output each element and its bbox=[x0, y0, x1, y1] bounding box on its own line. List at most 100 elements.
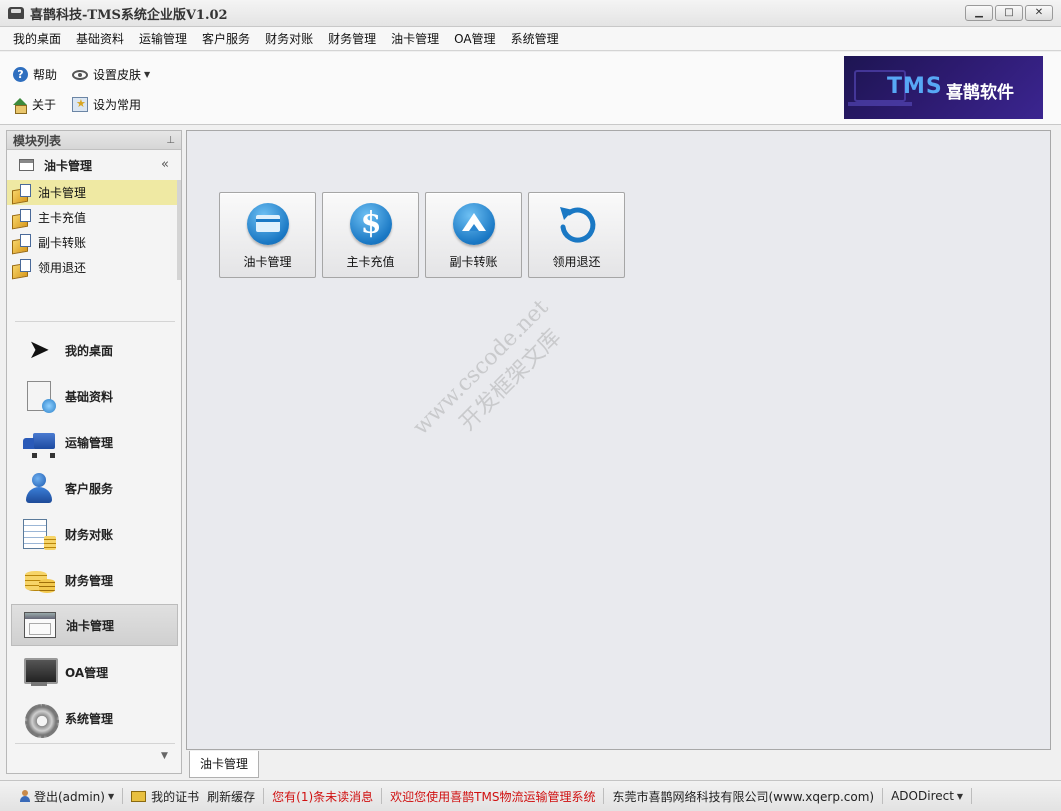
tree-scrollbar[interactable] bbox=[177, 180, 181, 280]
divider bbox=[15, 743, 175, 744]
nav-fuel-card[interactable]: 油卡管理 bbox=[11, 604, 178, 646]
menu-item-oa[interactable]: OA管理 bbox=[448, 30, 501, 47]
chevron-down-icon: ▼ bbox=[144, 70, 151, 79]
set-favorite-button[interactable]: 设为常用 bbox=[72, 96, 141, 113]
credit-card-icon bbox=[247, 203, 289, 245]
group-header[interactable]: 油卡管理 « bbox=[7, 150, 181, 180]
skin-dropdown[interactable]: 设置皮肤 ▼ bbox=[72, 66, 150, 83]
menu-item-customer-service[interactable]: 客户服务 bbox=[196, 30, 256, 47]
title-bar: 喜鹊科技-TMS系统企业版V1.02 ▁ □ ✕ bbox=[0, 0, 1061, 27]
unread-message-link[interactable]: 您有(1)条未读消息 bbox=[264, 787, 381, 805]
favorite-label: 设为常用 bbox=[93, 98, 142, 112]
help-button[interactable]: ? 帮助 bbox=[13, 66, 57, 83]
logout-button[interactable]: 登出(admin) ▼ bbox=[0, 787, 122, 805]
nav-system[interactable]: 系统管理 bbox=[11, 697, 178, 739]
monitor-icon bbox=[23, 657, 58, 687]
nav-customer-service[interactable]: 客户服务 bbox=[11, 467, 178, 509]
undo-icon bbox=[560, 207, 596, 243]
pin-icon[interactable]: ⊥ bbox=[166, 135, 175, 146]
package-icon bbox=[11, 183, 31, 202]
tile-label: 领用退还 bbox=[552, 255, 601, 269]
package-icon bbox=[11, 233, 31, 252]
minimize-button[interactable]: ▁ bbox=[965, 5, 993, 21]
refresh-cache-button[interactable]: 刷新缓存 bbox=[207, 787, 263, 805]
nav-transport[interactable]: 运输管理 bbox=[11, 421, 178, 463]
tab-fuel-card[interactable]: 油卡管理 bbox=[189, 751, 260, 778]
divider bbox=[971, 788, 973, 804]
collapse-icon[interactable]: « bbox=[161, 157, 169, 172]
nav-label: 运输管理 bbox=[65, 435, 114, 450]
nav-label: 我的桌面 bbox=[65, 343, 114, 358]
tree-item-label: 领用退还 bbox=[38, 261, 87, 275]
close-button[interactable]: ✕ bbox=[1025, 5, 1053, 21]
about-button[interactable]: 关于 bbox=[13, 96, 57, 114]
company-text: 东莞市喜鹊网络科技有限公司(www.xqerp.com) bbox=[604, 787, 882, 805]
truck-icon bbox=[23, 427, 55, 457]
welcome-text: 欢迎您使用喜鹊TMS物流运输管理系统 bbox=[382, 787, 603, 805]
logout-label: 登出(admin) bbox=[34, 789, 105, 804]
about-label: 关于 bbox=[32, 98, 57, 112]
gear-icon bbox=[23, 703, 59, 738]
tile-receive-return[interactable]: 领用退还 bbox=[528, 192, 625, 278]
tree-item-main-card-recharge[interactable]: 主卡充值 bbox=[7, 205, 181, 230]
brand-tms-text: TMS bbox=[887, 74, 943, 99]
nav-label: 系统管理 bbox=[65, 711, 114, 726]
nav-desktop[interactable]: ➤ 我的桌面 bbox=[11, 329, 178, 371]
db-label: ADODirect bbox=[891, 789, 954, 803]
welcome-label: 欢迎您使用喜鹊TMS物流运输管理系统 bbox=[390, 789, 596, 804]
nav-basic-data[interactable]: 基础资料 bbox=[11, 375, 178, 417]
nav-label: OA管理 bbox=[65, 665, 109, 680]
module-tree: 油卡管理 主卡充值 副卡转账 领用退还 bbox=[7, 180, 181, 280]
tile-sub-card-transfer[interactable]: 副卡转账 bbox=[425, 192, 522, 278]
status-bar: 登出(admin) ▼ 我的证书 刷新缓存 您有(1)条未读消息 欢迎您使用喜鹊… bbox=[0, 780, 1061, 811]
tree-item-label: 副卡转账 bbox=[38, 236, 87, 250]
eye-icon bbox=[72, 69, 88, 80]
window-controls: ▁ □ ✕ bbox=[965, 5, 1053, 21]
nav-finance[interactable]: 财务管理 bbox=[11, 559, 178, 601]
nav-label: 财务管理 bbox=[65, 573, 114, 588]
nav-oa[interactable]: OA管理 bbox=[11, 651, 178, 693]
menu-item-finance[interactable]: 财务管理 bbox=[322, 30, 382, 47]
menu-item-transport[interactable]: 运输管理 bbox=[133, 30, 193, 47]
menu-item-basic-data[interactable]: 基础资料 bbox=[70, 30, 130, 47]
tree-item-sub-card-transfer[interactable]: 副卡转账 bbox=[7, 230, 181, 255]
db-mode-dropdown[interactable]: ADODirect ▼ bbox=[883, 787, 971, 805]
certificate-label: 我的证书 bbox=[151, 789, 200, 804]
spreadsheet-icon bbox=[23, 519, 56, 550]
window-icon bbox=[19, 159, 34, 171]
tree-item-label: 油卡管理 bbox=[38, 186, 87, 200]
main-workspace: 油卡管理 $ 主卡充值 副卡转账 领用退还 www.cscode.net 开发框… bbox=[186, 130, 1051, 750]
tree-item-receive-return[interactable]: 领用退还 bbox=[7, 255, 181, 280]
module-list-header: 模块列表 ⊥ bbox=[7, 131, 181, 150]
tile-label: 油卡管理 bbox=[243, 255, 292, 269]
menu-item-desktop[interactable]: 我的桌面 bbox=[7, 30, 67, 47]
package-icon bbox=[11, 258, 31, 277]
chevron-down-icon[interactable]: ▼ bbox=[161, 751, 168, 761]
up-arrow-icon bbox=[453, 203, 495, 245]
person-icon bbox=[23, 473, 55, 503]
tree-item-label: 主卡充值 bbox=[38, 211, 87, 225]
app-icon bbox=[8, 7, 24, 19]
module-list-title: 模块列表 bbox=[13, 133, 62, 148]
brand-name-text: 喜鹊软件 bbox=[946, 83, 1014, 103]
package-icon bbox=[11, 208, 31, 227]
tree-item-fuel-card[interactable]: 油卡管理 bbox=[7, 180, 177, 205]
tile-label: 副卡转账 bbox=[449, 255, 498, 269]
help-label: 帮助 bbox=[33, 68, 58, 82]
menu-item-system[interactable]: 系统管理 bbox=[505, 30, 565, 47]
nav-reconciliation[interactable]: 财务对账 bbox=[11, 513, 178, 555]
menu-bar: 我的桌面 基础资料 运输管理 客户服务 财务对账 财务管理 油卡管理 OA管理 … bbox=[0, 27, 1061, 51]
menu-item-reconciliation[interactable]: 财务对账 bbox=[259, 30, 319, 47]
watermark: www.cscode.net 开发框架文库 bbox=[407, 294, 577, 464]
tile-main-card-recharge[interactable]: $ 主卡充值 bbox=[322, 192, 419, 278]
window-title: 喜鹊科技-TMS系统企业版V1.02 bbox=[30, 7, 228, 23]
certificate-icon bbox=[131, 790, 147, 802]
chevron-down-icon: ▼ bbox=[956, 791, 964, 801]
divider bbox=[15, 321, 175, 322]
maximize-button[interactable]: □ bbox=[995, 5, 1023, 21]
tile-fuel-card[interactable]: 油卡管理 bbox=[219, 192, 316, 278]
menu-item-fuel-card[interactable]: 油卡管理 bbox=[385, 30, 445, 47]
certificate-button[interactable]: 我的证书 bbox=[123, 787, 207, 805]
user-icon bbox=[20, 790, 30, 802]
nav-label: 财务对账 bbox=[65, 527, 114, 542]
